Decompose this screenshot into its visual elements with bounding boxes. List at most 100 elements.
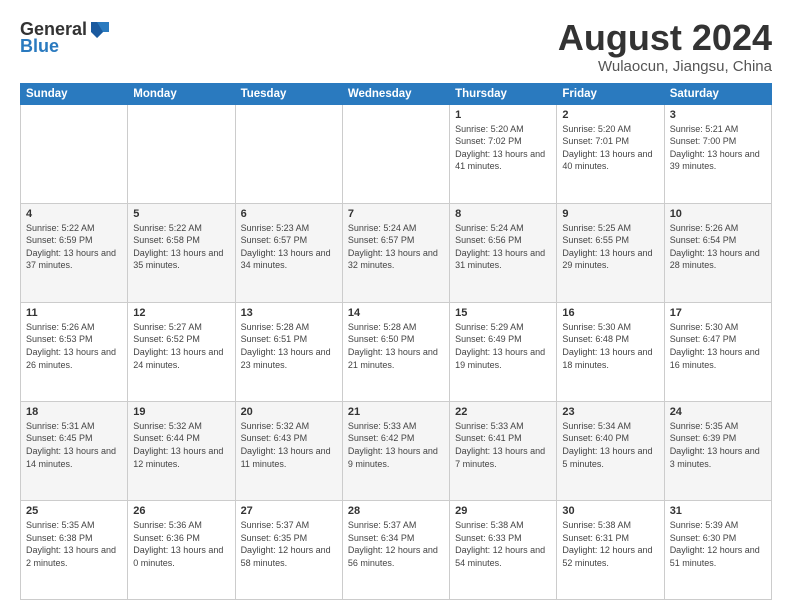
- day-cell: 3 Sunrise: 5:21 AM Sunset: 7:00 PM Daylig…: [664, 104, 771, 203]
- day-number: 29: [455, 505, 551, 517]
- day-cell: 13 Sunrise: 5:28 AM Sunset: 6:51 PM Dayli…: [235, 302, 342, 401]
- day-info: Sunrise: 5:35 AM Sunset: 6:38 PM Dayligh…: [26, 519, 122, 569]
- day-cell: 1Sunrise: 5:20 AM Sunset: 7:02 PM Daylig…: [450, 104, 557, 203]
- day-cell: [342, 104, 449, 203]
- day-info: Sunrise: 5:29 AM Sunset: 6:49 PM Dayligh…: [455, 321, 551, 371]
- day-number: 3: [670, 109, 766, 121]
- day-info: Sunrise: 5:38 AM Sunset: 6:33 PM Dayligh…: [455, 519, 551, 569]
- day-cell: 18 Sunrise: 5:31 AM Sunset: 6:45 PM Dayli…: [21, 401, 128, 500]
- day-number: 4: [26, 208, 122, 220]
- header-friday: Friday: [557, 83, 664, 104]
- day-number: 20: [241, 406, 337, 418]
- day-number: 17: [670, 307, 766, 319]
- day-cell: 19 Sunrise: 5:32 AM Sunset: 6:44 PM Dayli…: [128, 401, 235, 500]
- header-saturday: Saturday: [664, 83, 771, 104]
- day-number: 19: [133, 406, 229, 418]
- day-info: Sunrise: 5:32 AM Sunset: 6:44 PM Dayligh…: [133, 420, 229, 470]
- day-info: Sunrise: 5:26 AM Sunset: 6:54 PM Dayligh…: [670, 222, 766, 272]
- week-row-0: 1Sunrise: 5:20 AM Sunset: 7:02 PM Daylig…: [21, 104, 772, 203]
- day-info: Sunrise: 5:36 AM Sunset: 6:36 PM Dayligh…: [133, 519, 229, 569]
- day-number: 25: [26, 505, 122, 517]
- day-cell: 6Sunrise: 5:23 AM Sunset: 6:57 PM Daylig…: [235, 203, 342, 302]
- day-info: Sunrise: 5:21 AM Sunset: 7:00 PM Dayligh…: [670, 123, 766, 173]
- day-cell: 10 Sunrise: 5:26 AM Sunset: 6:54 PM Dayli…: [664, 203, 771, 302]
- day-info: Sunrise: 5:37 AM Sunset: 6:35 PM Dayligh…: [241, 519, 337, 569]
- day-number: 23: [562, 406, 658, 418]
- day-info: Sunrise: 5:35 AM Sunset: 6:39 PM Dayligh…: [670, 420, 766, 470]
- day-cell: [21, 104, 128, 203]
- day-cell: 5 Sunrise: 5:22 AM Sunset: 6:58 PM Daylig…: [128, 203, 235, 302]
- day-info: Sunrise: 5:24 AM Sunset: 6:57 PM Dayligh…: [348, 222, 444, 272]
- day-number: 10: [670, 208, 766, 220]
- day-info: Sunrise: 5:33 AM Sunset: 6:41 PM Dayligh…: [455, 420, 551, 470]
- day-cell: 11Sunrise: 5:26 AM Sunset: 6:53 PM Dayli…: [21, 302, 128, 401]
- header-sunday: Sunday: [21, 83, 128, 104]
- day-cell: 22Sunrise: 5:33 AM Sunset: 6:41 PM Dayli…: [450, 401, 557, 500]
- day-info: Sunrise: 5:20 AM Sunset: 7:02 PM Dayligh…: [455, 123, 551, 173]
- day-info: Sunrise: 5:28 AM Sunset: 6:50 PM Dayligh…: [348, 321, 444, 371]
- day-info: Sunrise: 5:24 AM Sunset: 6:56 PM Dayligh…: [455, 222, 551, 272]
- day-cell: 15 Sunrise: 5:29 AM Sunset: 6:49 PM Dayli…: [450, 302, 557, 401]
- day-cell: 12 Sunrise: 5:27 AM Sunset: 6:52 PM Dayli…: [128, 302, 235, 401]
- day-cell: 8 Sunrise: 5:24 AM Sunset: 6:56 PM Daylig…: [450, 203, 557, 302]
- day-number: 14: [348, 307, 444, 319]
- day-number: 15: [455, 307, 551, 319]
- day-cell: 31 Sunrise: 5:39 AM Sunset: 6:30 PM Dayli…: [664, 500, 771, 599]
- day-cell: 26Sunrise: 5:36 AM Sunset: 6:36 PM Dayli…: [128, 500, 235, 599]
- day-info: Sunrise: 5:27 AM Sunset: 6:52 PM Dayligh…: [133, 321, 229, 371]
- day-info: Sunrise: 5:38 AM Sunset: 6:31 PM Dayligh…: [562, 519, 658, 569]
- day-info: Sunrise: 5:39 AM Sunset: 6:30 PM Dayligh…: [670, 519, 766, 569]
- day-number: 30: [562, 505, 658, 517]
- day-cell: 23 Sunrise: 5:34 AM Sunset: 6:40 PM Dayli…: [557, 401, 664, 500]
- week-row-4: 25 Sunrise: 5:35 AM Sunset: 6:38 PM Dayli…: [21, 500, 772, 599]
- day-cell: 14 Sunrise: 5:28 AM Sunset: 6:50 PM Dayli…: [342, 302, 449, 401]
- calendar-table: Sunday Monday Tuesday Wednesday Thursday…: [20, 83, 772, 600]
- day-info: Sunrise: 5:31 AM Sunset: 6:45 PM Dayligh…: [26, 420, 122, 470]
- logo: General Blue: [20, 18, 111, 57]
- day-info: Sunrise: 5:30 AM Sunset: 6:48 PM Dayligh…: [562, 321, 658, 371]
- day-cell: 21Sunrise: 5:33 AM Sunset: 6:42 PM Dayli…: [342, 401, 449, 500]
- day-info: Sunrise: 5:23 AM Sunset: 6:57 PM Dayligh…: [241, 222, 337, 272]
- header-tuesday: Tuesday: [235, 83, 342, 104]
- day-cell: 16 Sunrise: 5:30 AM Sunset: 6:48 PM Dayli…: [557, 302, 664, 401]
- day-info: Sunrise: 5:30 AM Sunset: 6:47 PM Dayligh…: [670, 321, 766, 371]
- week-row-3: 18 Sunrise: 5:31 AM Sunset: 6:45 PM Dayli…: [21, 401, 772, 500]
- day-number: 2: [562, 109, 658, 121]
- day-cell: 24Sunrise: 5:35 AM Sunset: 6:39 PM Dayli…: [664, 401, 771, 500]
- day-info: Sunrise: 5:20 AM Sunset: 7:01 PM Dayligh…: [562, 123, 658, 173]
- day-info: Sunrise: 5:33 AM Sunset: 6:42 PM Dayligh…: [348, 420, 444, 470]
- day-cell: 4 Sunrise: 5:22 AM Sunset: 6:59 PM Daylig…: [21, 203, 128, 302]
- day-number: 5: [133, 208, 229, 220]
- day-cell: 25 Sunrise: 5:35 AM Sunset: 6:38 PM Dayli…: [21, 500, 128, 599]
- header-monday: Monday: [128, 83, 235, 104]
- header: General Blue August 2024 Wulaocun, Jiang…: [20, 18, 772, 75]
- day-cell: 28Sunrise: 5:37 AM Sunset: 6:34 PM Dayli…: [342, 500, 449, 599]
- day-info: Sunrise: 5:26 AM Sunset: 6:53 PM Dayligh…: [26, 321, 122, 371]
- day-info: Sunrise: 5:34 AM Sunset: 6:40 PM Dayligh…: [562, 420, 658, 470]
- logo-blue: Blue: [20, 36, 59, 57]
- day-info: Sunrise: 5:32 AM Sunset: 6:43 PM Dayligh…: [241, 420, 337, 470]
- day-number: 9: [562, 208, 658, 220]
- day-cell: 7 Sunrise: 5:24 AM Sunset: 6:57 PM Daylig…: [342, 203, 449, 302]
- day-info: Sunrise: 5:28 AM Sunset: 6:51 PM Dayligh…: [241, 321, 337, 371]
- week-row-2: 11Sunrise: 5:26 AM Sunset: 6:53 PM Dayli…: [21, 302, 772, 401]
- logo-icon: [89, 18, 111, 40]
- page: General Blue August 2024 Wulaocun, Jiang…: [0, 0, 792, 612]
- header-thursday: Thursday: [450, 83, 557, 104]
- day-number: 31: [670, 505, 766, 517]
- day-number: 13: [241, 307, 337, 319]
- day-cell: 9Sunrise: 5:25 AM Sunset: 6:55 PM Daylig…: [557, 203, 664, 302]
- day-number: 18: [26, 406, 122, 418]
- day-number: 7: [348, 208, 444, 220]
- day-cell: 2 Sunrise: 5:20 AM Sunset: 7:01 PM Daylig…: [557, 104, 664, 203]
- header-row: Sunday Monday Tuesday Wednesday Thursday…: [21, 83, 772, 104]
- day-number: 12: [133, 307, 229, 319]
- day-number: 28: [348, 505, 444, 517]
- day-cell: 30 Sunrise: 5:38 AM Sunset: 6:31 PM Dayli…: [557, 500, 664, 599]
- day-number: 8: [455, 208, 551, 220]
- day-cell: [128, 104, 235, 203]
- day-number: 16: [562, 307, 658, 319]
- day-info: Sunrise: 5:22 AM Sunset: 6:58 PM Dayligh…: [133, 222, 229, 272]
- week-row-1: 4 Sunrise: 5:22 AM Sunset: 6:59 PM Daylig…: [21, 203, 772, 302]
- day-info: Sunrise: 5:22 AM Sunset: 6:59 PM Dayligh…: [26, 222, 122, 272]
